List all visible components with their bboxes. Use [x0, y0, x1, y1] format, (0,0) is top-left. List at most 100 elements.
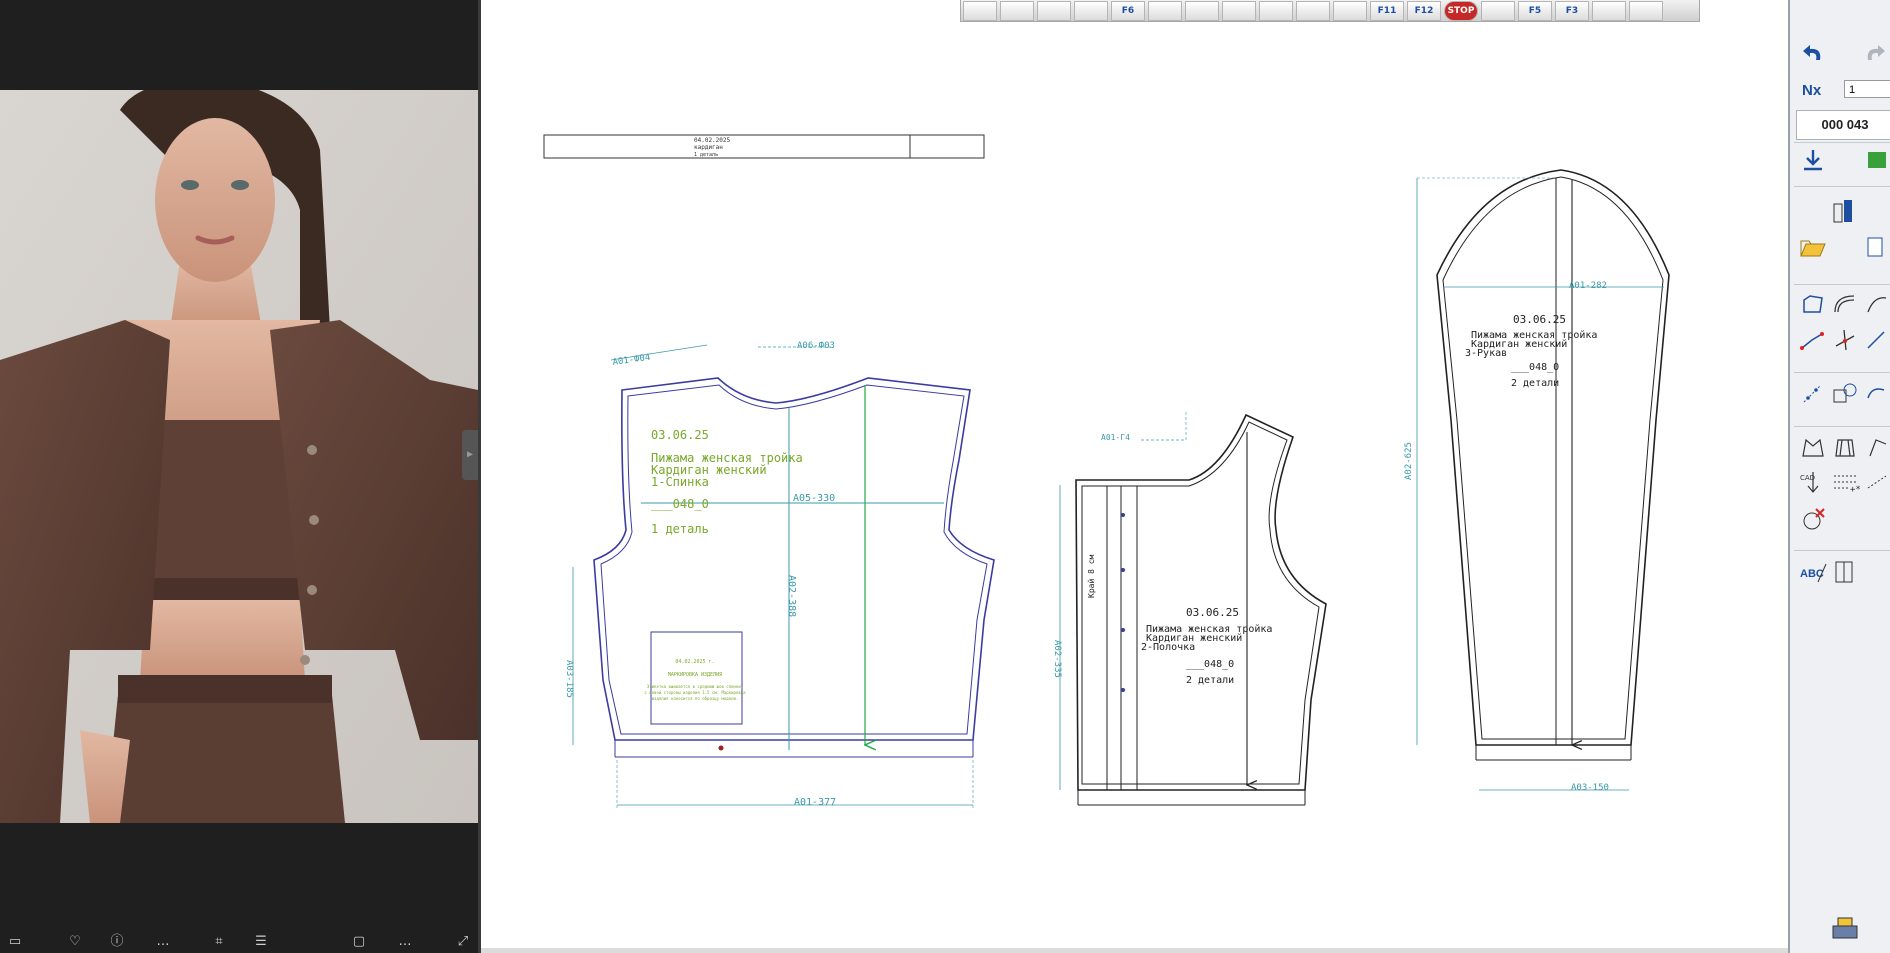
- f11-icon[interactable]: F11: [1370, 0, 1404, 21]
- layers-icon[interactable]: [1259, 0, 1293, 21]
- copy-piece-icon[interactable]: [1862, 234, 1890, 262]
- fit-screen-icon[interactable]: ▢: [350, 934, 368, 950]
- label-box-line-3: Этикетка вшивается в среднюю шов спинки,: [647, 684, 743, 689]
- sleeve-line-3: 3-Рукав: [1465, 348, 1507, 359]
- f12-icon[interactable]: F12: [1407, 0, 1441, 21]
- trousers-icon[interactable]: [1592, 0, 1626, 21]
- measure-tool-icon[interactable]: [1862, 468, 1890, 496]
- pattern-drawing: 04.02.2025 кардиган 1 деталь 03.06.25 Пи…: [543, 134, 1670, 808]
- undo-icon[interactable]: [1798, 40, 1828, 68]
- svg-text:ABC: ABC: [1800, 568, 1824, 580]
- info-icon[interactable]: ⓘ: [108, 934, 126, 950]
- copies-input[interactable]: 1: [1844, 80, 1890, 98]
- pattern-pieces-icon[interactable]: [1830, 198, 1860, 226]
- print-icon[interactable]: [1037, 0, 1071, 21]
- f3-icon[interactable]: F3: [1555, 0, 1589, 21]
- back-dim-side: А03-185: [564, 660, 574, 698]
- main-toolbar: F6 F11 F12 STOP F5 F3: [960, 0, 1700, 22]
- model-photo-illustration: [0, 90, 478, 823]
- filmstrip-icon[interactable]: ▭: [6, 934, 24, 950]
- multiply-icon[interactable]: Nx: [1798, 75, 1828, 103]
- sleeve-date: 03.06.25: [1513, 313, 1566, 326]
- sleeve-code: ___048_0: [1511, 362, 1559, 373]
- back-dim-length: А02-388: [786, 575, 797, 617]
- label-box-line-2: МАРКИРОВКА ИЗДЕЛИЯ: [668, 672, 722, 678]
- pattern-piece-back[interactable]: 03.06.25 Пижама женская тройка Кардиган …: [564, 341, 995, 808]
- status-strip: [481, 948, 1788, 953]
- line-tool-icon[interactable]: [1798, 326, 1828, 354]
- exit-icon[interactable]: [1333, 0, 1367, 21]
- right-tool-panel: Nx 1 000 043 CAD +* ABC: [1788, 0, 1890, 953]
- notch-tool-icon[interactable]: CAD: [1798, 468, 1828, 496]
- save-icon[interactable]: [1000, 0, 1034, 21]
- panel-collapse-handle[interactable]: ▶: [462, 430, 478, 480]
- layout-tool-icon[interactable]: [1830, 558, 1860, 586]
- pattern-piece-front[interactable]: 03.06.25 Пижама женская тройка Кардиган …: [1052, 412, 1327, 806]
- shapes-tool-icon[interactable]: [1830, 380, 1860, 408]
- sleeve-dim-width: А01-282: [1569, 281, 1607, 291]
- text-tool-icon[interactable]: ABC: [1798, 558, 1828, 586]
- piece-counter: 000 043: [1796, 110, 1890, 140]
- edit-icon[interactable]: ☰: [252, 934, 270, 950]
- photo-viewer: ▶ ▭ ♡ ⓘ … ⌗ ☰ ▢ … ⤢: [0, 0, 478, 953]
- stop-icon[interactable]: STOP: [1444, 0, 1478, 21]
- front-line-3: 2-Полочка: [1141, 642, 1195, 653]
- intersect-tool-icon[interactable]: [1830, 326, 1860, 354]
- back-dim-shoulder: А01-Ф04: [612, 353, 651, 368]
- points-tool-icon[interactable]: [1798, 380, 1828, 408]
- back-line-3: 1-Спинка: [651, 475, 709, 489]
- title-block: 04.02.2025 кардиган 1 деталь: [543, 134, 985, 159]
- svg-text:CAD: CAD: [1800, 474, 1815, 482]
- pattern-piece-sleeve[interactable]: 03.06.25 Пижама женская тройка Кардиган …: [1404, 169, 1670, 793]
- title-line-2: кардиган: [694, 144, 723, 151]
- back-count: 1 деталь: [651, 522, 709, 536]
- arc-tool-icon[interactable]: [1862, 290, 1890, 318]
- more-options-icon[interactable]: …: [396, 934, 414, 950]
- hand-icon[interactable]: [1629, 0, 1663, 21]
- viewer-toolbar: ▭ ♡ ⓘ … ⌗ ☰ ▢ … ⤢: [0, 930, 478, 953]
- curve-tool-icon[interactable]: [1830, 290, 1860, 318]
- grade-icon[interactable]: [1296, 0, 1330, 21]
- front-count: 2 детали: [1186, 675, 1234, 686]
- copy-icon[interactable]: [1148, 0, 1182, 21]
- front-fold-label: Край 8 см: [1087, 554, 1096, 598]
- front-date: 03.06.25: [1186, 606, 1239, 619]
- open-model-icon[interactable]: [1798, 234, 1828, 262]
- ruler-icon[interactable]: [1185, 0, 1219, 21]
- label-box-line-4: с левой стороны изделия 1.5 см. Маркиров…: [644, 690, 746, 695]
- more-icon[interactable]: …: [154, 934, 172, 950]
- sleeve-count: 2 детали: [1511, 378, 1559, 389]
- redo-icon[interactable]: [1860, 40, 1890, 68]
- rotate-tool-icon[interactable]: [1862, 380, 1890, 408]
- draw-piece-icon[interactable]: [1798, 290, 1828, 318]
- favorite-icon[interactable]: ♡: [66, 934, 84, 950]
- plotter-icon[interactable]: [1830, 914, 1860, 942]
- svg-text:Nx: Nx: [1802, 82, 1822, 99]
- sleeve-dim-cuff: А03-150: [1571, 783, 1609, 793]
- open-folder-icon[interactable]: [963, 0, 997, 21]
- back-code: ___048_0: [651, 497, 709, 511]
- f5-icon[interactable]: F5: [1518, 0, 1552, 21]
- zoom-icon[interactable]: [1074, 0, 1108, 21]
- pattern-icon[interactable]: [1481, 0, 1515, 21]
- dart-tool-icon[interactable]: [1798, 434, 1828, 462]
- back-date: 03.06.25: [651, 428, 709, 442]
- f6-icon[interactable]: F6: [1111, 0, 1145, 21]
- label-box-line-1: 04.02.2025 г.: [675, 659, 714, 665]
- grid-tool-icon[interactable]: +*: [1830, 468, 1861, 496]
- title-line-1: 04.02.2025: [694, 137, 731, 144]
- back-dim-hem: А01-377: [794, 797, 836, 808]
- pleat-tool-icon[interactable]: [1830, 434, 1860, 462]
- front-code: ___048_0: [1186, 659, 1234, 670]
- flare-tool-icon[interactable]: [1862, 434, 1890, 462]
- crop-icon[interactable]: ⌗: [210, 934, 228, 950]
- import-icon[interactable]: [1798, 146, 1828, 174]
- grading-icon[interactable]: [1862, 146, 1890, 174]
- fullscreen-icon[interactable]: ⤢: [454, 934, 472, 950]
- care-label-box: 04.02.2025 г. МАРКИРОВКА ИЗДЕЛИЯ Этикетк…: [644, 631, 746, 725]
- svg-text:+*: +*: [1850, 485, 1860, 495]
- delete-piece-icon[interactable]: [1798, 505, 1828, 533]
- pattern-canvas[interactable]: 04.02.2025 кардиган 1 деталь 03.06.25 Пи…: [481, 0, 1788, 953]
- slash-tool-icon[interactable]: [1862, 326, 1890, 354]
- download-icon[interactable]: [1222, 0, 1256, 21]
